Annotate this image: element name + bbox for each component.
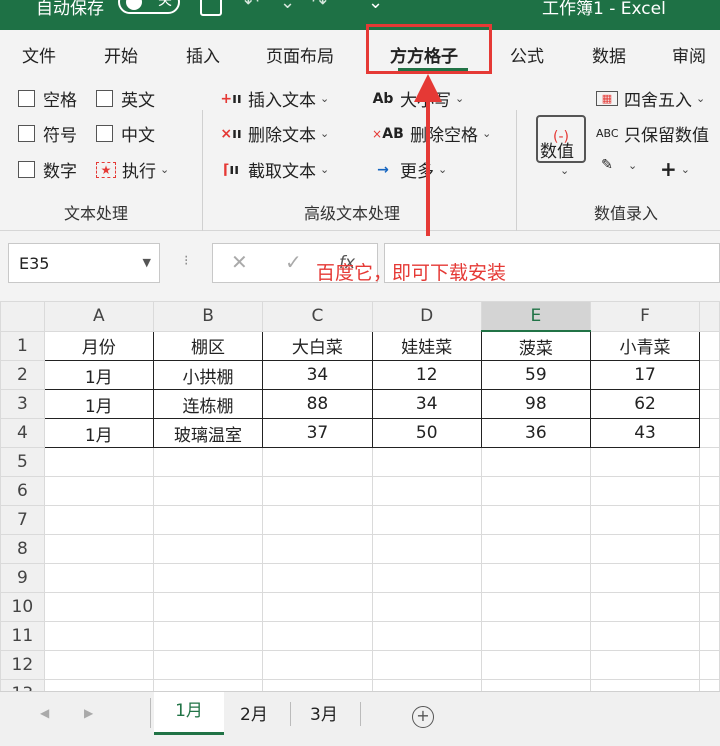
scroll-right-icon[interactable]: ▶ xyxy=(84,706,93,720)
sheet-tab-bar: ◀ ▶ 1月 2月 3月 + xyxy=(0,691,720,746)
add-sheet-icon[interactable]: + xyxy=(412,706,434,728)
scroll-left-icon[interactable]: ◀ xyxy=(40,706,49,720)
sheet-tab-mar[interactable]: 3月 xyxy=(310,700,338,725)
arrow-head xyxy=(414,74,442,102)
sheet-tab-jan[interactable]: 1月 xyxy=(154,692,224,735)
tab-divider xyxy=(360,702,361,726)
tab-divider xyxy=(290,702,291,726)
sheet-tab-feb[interactable]: 2月 xyxy=(240,700,268,725)
annotation-arrow xyxy=(414,74,442,236)
tab-divider xyxy=(150,698,151,728)
